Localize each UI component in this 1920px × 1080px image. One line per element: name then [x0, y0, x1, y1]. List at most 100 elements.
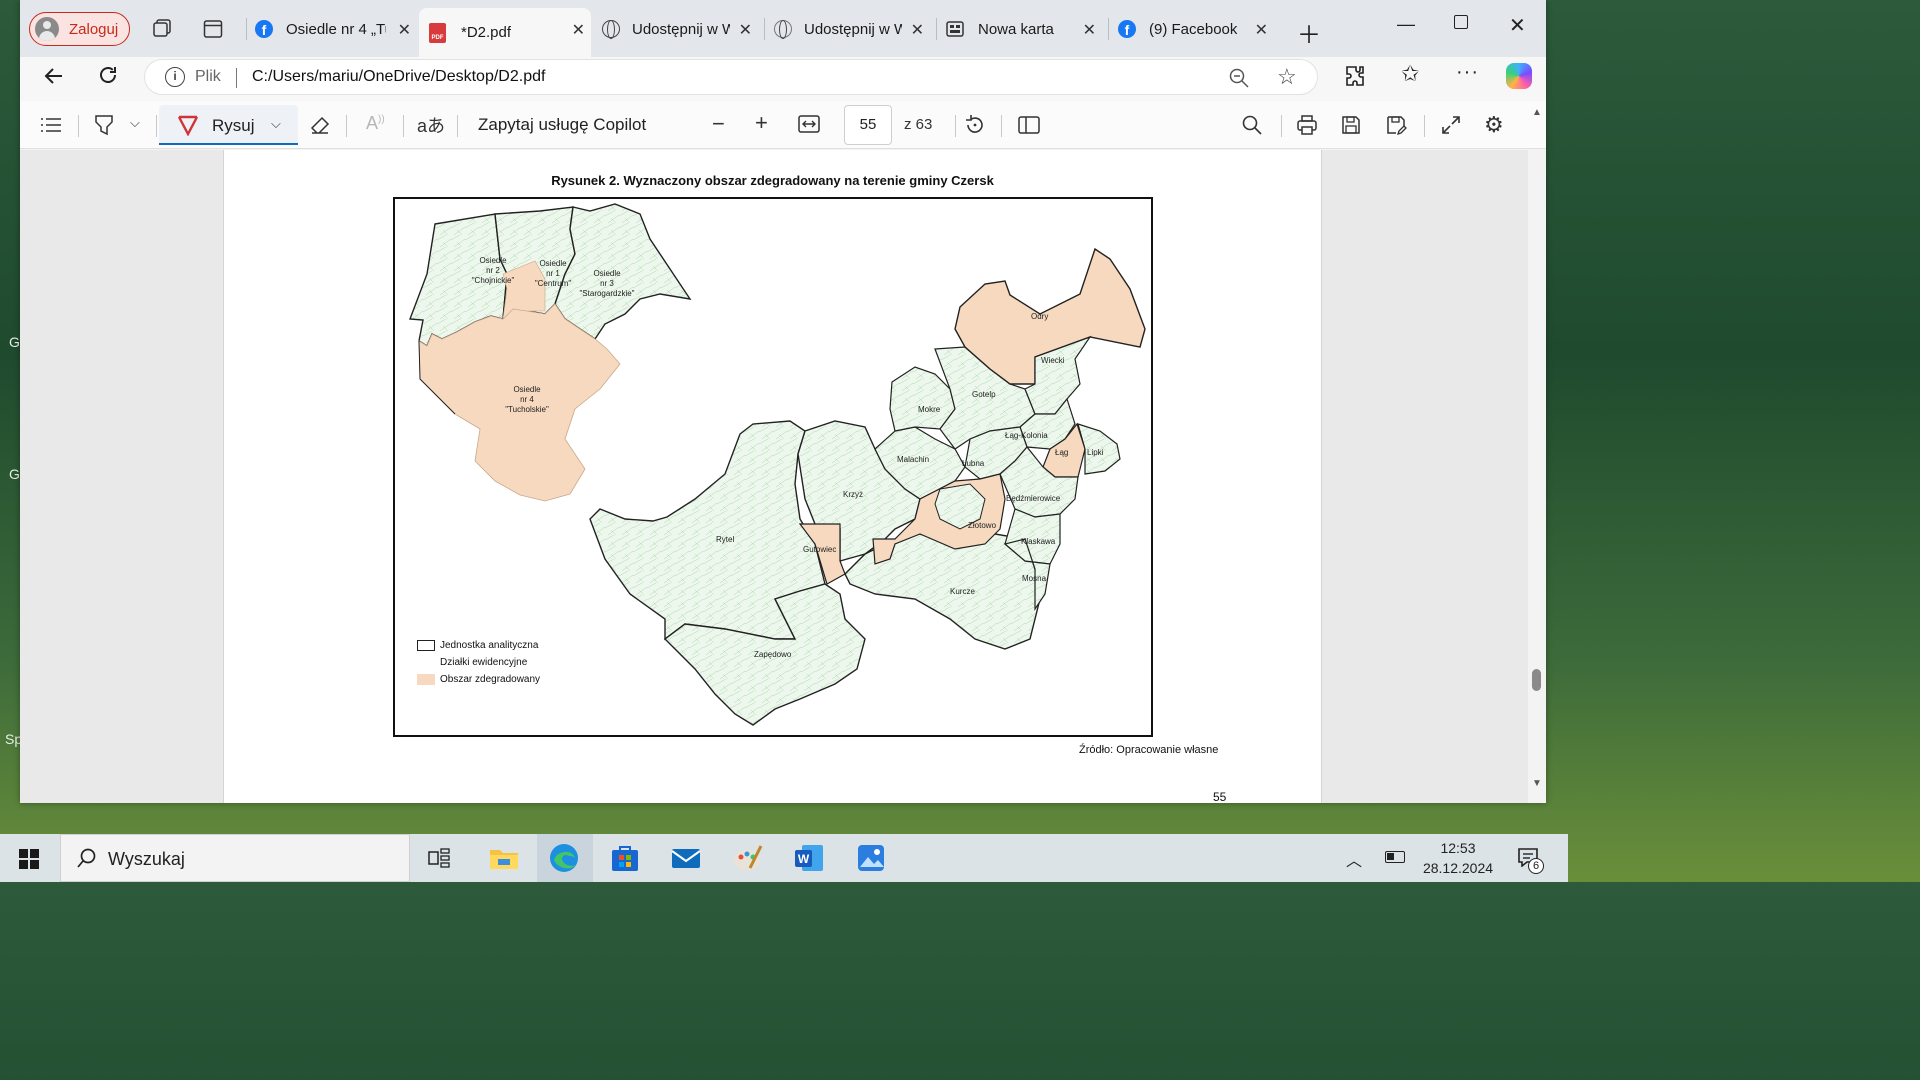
map-label: Mokre: [918, 405, 941, 414]
tab-label: Nowa karta: [978, 20, 1054, 38]
eraser-icon[interactable]: [309, 114, 331, 136]
settings-gear-icon[interactable]: ⚙: [1484, 112, 1504, 138]
more-options-icon[interactable]: ···: [1456, 61, 1479, 84]
highlight-chevron-down-icon[interactable]: ⌵: [130, 115, 140, 131]
tab-udostepnij-1[interactable]: Udostępnij w W ✕: [594, 10, 758, 48]
new-tab-button[interactable]: ＋: [1297, 15, 1321, 50]
zoom-icon[interactable]: [1228, 67, 1250, 89]
close-tab-icon[interactable]: ✕: [911, 20, 924, 40]
legend-item-degraded: Obszar zdegradowany: [417, 671, 540, 688]
close-tab-icon[interactable]: ✕: [572, 20, 585, 40]
tab-facebook[interactable]: f (9) Facebook ✕: [1110, 10, 1274, 48]
contents-list-icon[interactable]: [40, 115, 62, 135]
save-as-icon[interactable]: [1385, 114, 1407, 136]
favorite-star-icon[interactable]: ☆: [1277, 64, 1297, 90]
store-icon[interactable]: [609, 842, 643, 874]
clock[interactable]: 12:53 28.12.2024: [1418, 838, 1498, 878]
map-label: Lipki: [1087, 448, 1104, 457]
map-label: Gotelp: [972, 390, 996, 399]
draw-chevron-down-icon[interactable]: ⌵: [271, 116, 281, 132]
photos-icon[interactable]: [855, 842, 889, 874]
maximize-icon[interactable]: [1454, 15, 1468, 29]
copilot-ask-button[interactable]: Zapytaj usługę Copilot: [478, 115, 646, 135]
desktop-icon-label: G: [9, 334, 20, 350]
browser-window: Zaloguj f Osiedle nr 4 „Tu ✕ PDF *D2.pdf…: [20, 0, 1546, 804]
tab-osiedle[interactable]: f Osiedle nr 4 „Tu ✕: [249, 10, 417, 48]
tab-nowa-karta[interactable]: Nowa karta ✕: [938, 10, 1102, 48]
legend-swatch-parcels: [417, 657, 435, 668]
close-tab-icon[interactable]: ✕: [398, 20, 411, 40]
map-label: Łąg-Kolonia: [1005, 431, 1048, 440]
zoom-out-icon[interactable]: −: [712, 111, 725, 137]
favorites-icon[interactable]: ✩: [1401, 61, 1419, 87]
map-label: Wiecki: [1041, 356, 1065, 365]
toolbar-divider: [1001, 115, 1002, 137]
scheme-label: Plik: [195, 68, 221, 85]
toolbar-divider: [403, 115, 404, 137]
globe-icon: [602, 20, 620, 39]
desktop-icon-label: G: [9, 466, 20, 482]
pdf-toolbar: ⌵ Rysuj ⌵ A)) aあ Zapytaj usługę Copilot …: [20, 101, 1546, 149]
tab-strip: Zaloguj f Osiedle nr 4 „Tu ✕ PDF *D2.pdf…: [20, 0, 1546, 57]
pdf-page: Rysunek 2. Wyznaczony obszar zdegradowan…: [223, 150, 1322, 804]
paint-icon[interactable]: [732, 842, 766, 874]
map-label: Łąg: [1055, 448, 1069, 457]
vertical-scrollbar[interactable]: ▲ ▼: [1528, 107, 1546, 803]
close-tab-icon[interactable]: ✕: [1083, 20, 1096, 40]
file-explorer-icon[interactable]: [488, 842, 522, 874]
task-view-icon[interactable]: [428, 848, 454, 868]
tab-label: Udostępnij w W: [804, 20, 902, 38]
battery-icon[interactable]: [1385, 851, 1405, 863]
toolbar-divider: [1281, 115, 1282, 137]
close-tab-icon[interactable]: ✕: [739, 20, 752, 40]
info-icon[interactable]: i: [165, 67, 185, 87]
scroll-down-icon[interactable]: ▼: [1532, 778, 1542, 789]
map-label: Rytel: [716, 535, 735, 544]
legend-item-boundary: Jednostka analityczna: [417, 637, 540, 654]
tab-actions-icon[interactable]: [203, 19, 223, 39]
highlight-icon[interactable]: [93, 113, 115, 137]
back-icon[interactable]: [42, 64, 66, 88]
map-label-osiedle-2: Osiedle nr 2 "Chojnickie": [471, 256, 515, 285]
url-text: C:/Users/mariu/OneDrive/Desktop/D2.pdf: [252, 68, 546, 85]
tray-chevron-up-icon[interactable]: ︿: [1346, 847, 1362, 871]
workspaces-icon[interactable]: [151, 18, 173, 40]
toolbar-divider: [1424, 115, 1425, 137]
save-icon[interactable]: [1340, 114, 1362, 136]
tab-udostepnij-2[interactable]: Udostępnij w W ✕: [766, 10, 930, 48]
profile-label: Zaloguj: [69, 20, 119, 38]
fullscreen-icon[interactable]: [1440, 114, 1462, 136]
taskbar-search[interactable]: Wyszukaj: [60, 834, 410, 882]
copilot-icon[interactable]: [1506, 63, 1532, 89]
address-field[interactable]: i Plik C:/Users/mariu/OneDrive/Desktop/D…: [144, 59, 1318, 95]
scroll-up-icon[interactable]: ▲: [1532, 107, 1542, 118]
rotate-icon[interactable]: [963, 113, 987, 137]
minimize-icon[interactable]: —: [1397, 14, 1415, 35]
print-icon[interactable]: [1296, 114, 1318, 136]
scroll-thumb[interactable]: [1532, 669, 1541, 691]
zoom-in-icon[interactable]: +: [755, 110, 768, 136]
close-window-icon[interactable]: ✕: [1509, 13, 1526, 38]
page-view-icon[interactable]: [1018, 115, 1040, 135]
mail-icon[interactable]: [670, 842, 704, 874]
page-number-input[interactable]: 55: [844, 105, 892, 145]
start-windows-icon[interactable]: [19, 849, 39, 869]
extensions-icon[interactable]: [1343, 64, 1367, 88]
tab-d2-pdf[interactable]: PDF *D2.pdf ✕: [419, 8, 591, 57]
draw-button[interactable]: Rysuj ⌵: [159, 105, 298, 145]
find-icon[interactable]: [1241, 114, 1263, 136]
clock-date: 28.12.2024: [1422, 860, 1494, 876]
taskbar: Wyszukaj W ︿ 12:53 28.12.2024 6: [0, 834, 1568, 882]
edge-browser-icon[interactable]: [548, 842, 582, 874]
facebook-icon: f: [255, 20, 273, 38]
legend-item-parcels: Działki ewidencyjne: [417, 654, 540, 671]
translate-icon[interactable]: aあ: [417, 112, 445, 138]
figure-source: Źródło: Opracowanie własne: [1079, 744, 1219, 756]
word-icon[interactable]: W: [793, 842, 827, 874]
fit-page-icon[interactable]: [798, 115, 820, 133]
close-tab-icon[interactable]: ✕: [1255, 20, 1268, 40]
tab-divider: [1108, 18, 1109, 40]
refresh-icon[interactable]: [96, 63, 120, 87]
map-legend: Jednostka analityczna Działki ewidencyjn…: [417, 637, 540, 688]
profile-button[interactable]: Zaloguj: [29, 12, 130, 46]
